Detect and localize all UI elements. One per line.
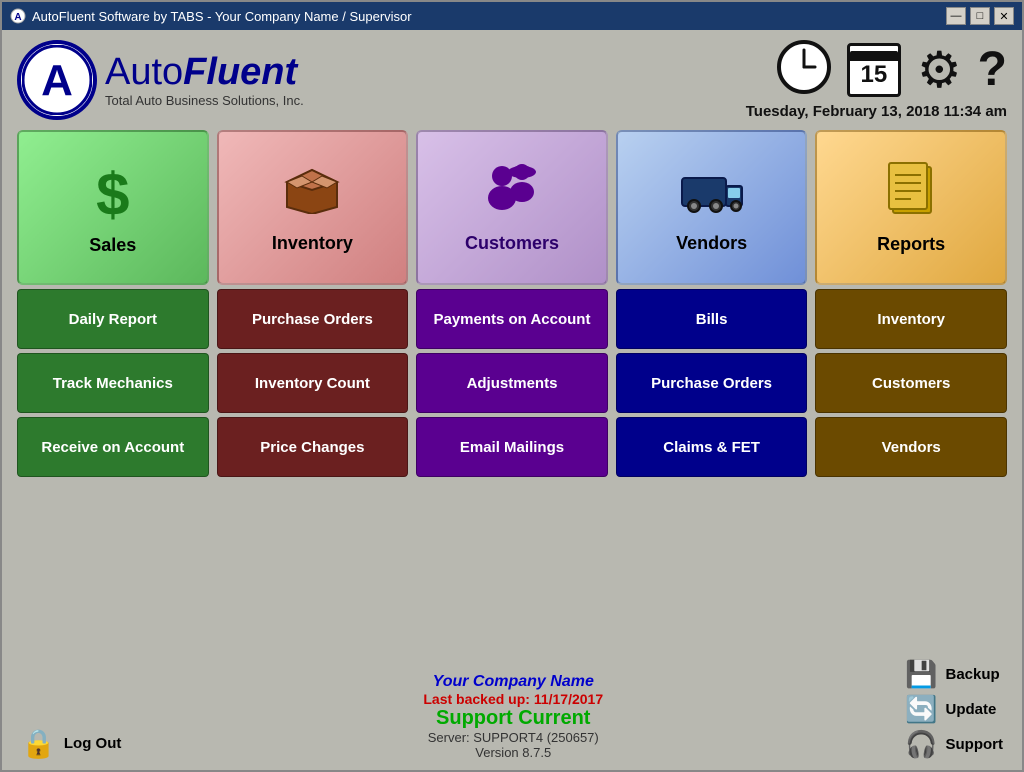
help-icon[interactable]: ?: [978, 46, 1007, 94]
company-name: Your Company Name: [423, 673, 603, 691]
customers-category-tile[interactable]: Customers: [416, 130, 608, 285]
logo-tagline: Total Auto Business Solutions, Inc.: [105, 93, 304, 108]
titlebar-controls: — □ ✕: [946, 7, 1014, 25]
inventory-count-button[interactable]: Inventory Count: [217, 353, 409, 413]
header-row: A AutoFluent Total Auto Business Solutio…: [17, 40, 1007, 120]
reports-svg: [883, 161, 939, 215]
track-mechanics-button[interactable]: Track Mechanics: [17, 353, 209, 413]
clock-svg: [777, 40, 831, 94]
header-icons: 15 ⚙ ?: [777, 40, 1007, 99]
payments-on-account-button[interactable]: Payments on Account: [416, 289, 608, 349]
vendors-report-button[interactable]: Vendors: [815, 417, 1007, 477]
logo-svg: A: [22, 45, 92, 115]
main-content: A AutoFluent Total Auto Business Solutio…: [2, 30, 1022, 770]
reports-icon: [883, 161, 939, 228]
bottom-area: 🔒 Log Out Your Company Name Last backed …: [17, 659, 1007, 760]
support-label: Support: [946, 736, 1004, 753]
svg-text:A: A: [14, 12, 21, 23]
titlebar-text: AutoFluent Software by TABS - Your Compa…: [32, 9, 412, 24]
server-text: Server: SUPPORT4 (250657): [423, 730, 603, 745]
customers-report-button[interactable]: Customers: [815, 353, 1007, 413]
email-mailings-button[interactable]: Email Mailings: [416, 417, 608, 477]
logo-area: A AutoFluent Total Auto Business Solutio…: [17, 40, 304, 120]
sales-column: $ Sales Daily Report Track Mechanics Rec…: [17, 130, 209, 651]
purchase-orders-button[interactable]: Purchase Orders: [217, 289, 409, 349]
brand-auto: Auto: [105, 51, 183, 93]
vendors-category-tile[interactable]: Vendors: [616, 130, 808, 285]
backup-label: Backup: [946, 666, 1000, 683]
logout-button[interactable]: 🔒 Log Out: [21, 727, 121, 760]
claims-fet-button[interactable]: Claims & FET: [616, 417, 808, 477]
daily-report-button[interactable]: Daily Report: [17, 289, 209, 349]
inventory-label: Inventory: [272, 233, 353, 254]
vendors-label: Vendors: [676, 233, 747, 254]
reports-category-tile[interactable]: Reports: [815, 130, 1007, 285]
sales-icon: $: [96, 160, 129, 229]
brand-fluent: Fluent: [183, 51, 297, 93]
bottom-left: 🔒 Log Out: [21, 727, 121, 760]
version-text: Version 8.7.5: [423, 745, 603, 760]
customers-column: Customers Payments on Account Adjustment…: [416, 130, 608, 651]
bills-button[interactable]: Bills: [616, 289, 808, 349]
brand-name: AutoFluent: [105, 53, 304, 91]
update-button[interactable]: 🔄 Update: [905, 694, 1003, 725]
inventory-report-button[interactable]: Inventory: [815, 289, 1007, 349]
inventory-category-tile[interactable]: Inventory: [217, 130, 409, 285]
box-svg: [282, 162, 342, 214]
calendar-icon[interactable]: 15: [847, 43, 901, 97]
datetime-display: Tuesday, February 13, 2018 11:34 am: [746, 103, 1007, 120]
app-icon: A: [10, 8, 26, 24]
backup-button[interactable]: 💾 Backup: [905, 659, 1003, 690]
gear-icon[interactable]: ⚙: [917, 45, 962, 95]
customers-icon: [480, 162, 544, 227]
svg-text:A: A: [41, 56, 73, 105]
reports-label: Reports: [877, 234, 945, 255]
calendar-top: [850, 51, 898, 61]
update-icon: 🔄: [905, 694, 937, 725]
calendar-day: 15: [860, 61, 887, 89]
vendor-purchase-orders-button[interactable]: Purchase Orders: [616, 353, 808, 413]
logo-img: A AutoFluent Total Auto Business Solutio…: [17, 40, 304, 120]
vendors-icon: [680, 162, 744, 227]
titlebar-left: A AutoFluent Software by TABS - Your Com…: [10, 8, 412, 24]
columns-row: $ Sales Daily Report Track Mechanics Rec…: [17, 130, 1007, 651]
logo-text: AutoFluent Total Auto Business Solutions…: [105, 53, 304, 108]
bottom-right: 💾 Backup 🔄 Update 🎧 Support: [905, 659, 1003, 760]
sales-category-tile[interactable]: $ Sales: [17, 130, 209, 285]
receive-on-account-button[interactable]: Receive on Account: [17, 417, 209, 477]
support-status: Support Current: [423, 707, 603, 730]
truck-svg: [680, 162, 744, 214]
minimize-button[interactable]: —: [946, 7, 966, 25]
logo-wrapper: A: [17, 40, 97, 120]
lock-icon: 🔒: [21, 727, 56, 760]
close-button[interactable]: ✕: [994, 7, 1014, 25]
customers-label: Customers: [465, 233, 559, 254]
bottom-center: Your Company Name Last backed up: 11/17/…: [423, 673, 603, 760]
vendors-column: Vendors Bills Purchase Orders Claims & F…: [616, 130, 808, 651]
support-button[interactable]: 🎧 Support: [905, 729, 1003, 760]
titlebar: A AutoFluent Software by TABS - Your Com…: [2, 2, 1022, 30]
inventory-column: Inventory Purchase Orders Inventory Coun…: [217, 130, 409, 651]
price-changes-button[interactable]: Price Changes: [217, 417, 409, 477]
backup-text: Last backed up: 11/17/2017: [423, 691, 603, 707]
clock-icon[interactable]: [777, 40, 831, 99]
sales-label: Sales: [89, 235, 136, 256]
main-window: A AutoFluent Software by TABS - Your Com…: [0, 0, 1024, 772]
restore-button[interactable]: □: [970, 7, 990, 25]
people-svg: [480, 162, 544, 214]
inventory-icon: [282, 162, 342, 227]
reports-column: Reports Inventory Customers Vendors: [815, 130, 1007, 651]
update-label: Update: [946, 701, 997, 718]
logout-label: Log Out: [64, 735, 121, 752]
adjustments-button[interactable]: Adjustments: [416, 353, 608, 413]
support-icon: 🎧: [905, 729, 937, 760]
header-right: 15 ⚙ ? Tuesday, February 13, 2018 11:34 …: [746, 40, 1007, 120]
backup-icon: 💾: [905, 659, 937, 690]
